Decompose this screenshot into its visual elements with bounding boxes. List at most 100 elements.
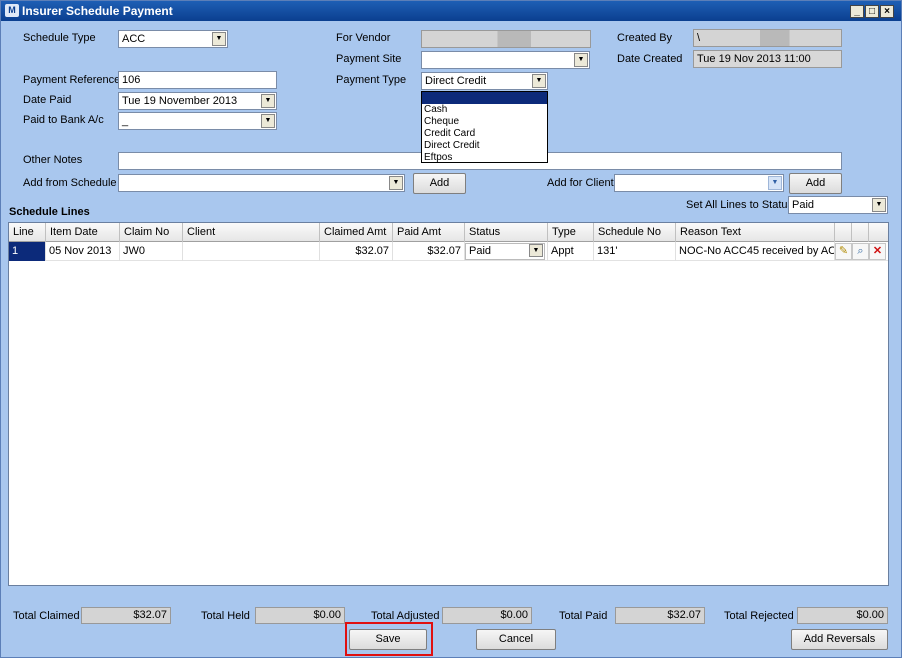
cell-type[interactable]: Appt <box>548 242 594 261</box>
status-select[interactable]: Paid ▼ <box>465 243 545 260</box>
date-created-value: Tue 19 Nov 2013 11:00 <box>697 53 811 65</box>
column-header-delete <box>869 223 888 242</box>
cell-client[interactable] <box>183 242 320 261</box>
payment-type-value: Direct Credit <box>425 75 487 87</box>
paid-to-bank-value: _ <box>122 115 129 127</box>
other-notes-label: Other Notes <box>23 154 83 166</box>
date-paid-value: Tue 19 November 2013 <box>122 95 238 107</box>
schedule-type-select[interactable]: ACC ▼ <box>118 30 228 48</box>
chevron-down-icon[interactable]: ▼ <box>389 176 403 190</box>
created-by-value: \ <box>697 32 701 44</box>
chevron-down-icon[interactable]: ▼ <box>212 32 226 46</box>
paid-to-bank-select[interactable]: _ ▼ <box>118 112 277 130</box>
cell-reason-text[interactable]: NOC-No ACC45 received by ACC... <box>676 242 835 261</box>
close-icon[interactable]: × <box>880 5 894 18</box>
column-header-claim-no[interactable]: Claim No <box>120 223 183 242</box>
title-bar[interactable]: M Insurer Schedule Payment _ □ × <box>1 1 901 21</box>
chevron-down-icon[interactable]: ▼ <box>574 53 588 67</box>
total-rejected-value: $0.00 <box>797 607 888 624</box>
add-for-client-label: Add for Client <box>547 177 614 189</box>
maximize-icon[interactable]: □ <box>865 5 879 18</box>
payment-type-select[interactable]: Direct Credit ▼ <box>421 72 548 90</box>
payment-type-option-blank[interactable] <box>422 92 547 104</box>
column-header-status[interactable]: Status <box>465 223 548 242</box>
payment-type-dropdown-list[interactable]: Cash Cheque Credit Card Direct Credit Ef… <box>421 91 548 163</box>
window-title: Insurer Schedule Payment <box>22 4 173 18</box>
save-highlight-box <box>345 622 433 656</box>
grid-header: Line Item Date Claim No Client Claimed A… <box>9 223 888 242</box>
cell-claimed-amt[interactable]: $32.07 <box>320 242 393 261</box>
status-value: Paid <box>469 245 492 257</box>
table-row[interactable]: 1 05 Nov 2013 JW0 $32.07 $32.07 Paid ▼ A… <box>9 242 888 261</box>
schedule-type-label: Schedule Type <box>23 32 96 44</box>
payment-type-option-direct-credit[interactable]: Direct Credit <box>422 140 547 152</box>
cell-line[interactable]: 1 <box>9 242 46 261</box>
payment-type-option-credit-card[interactable]: Credit Card <box>422 128 547 140</box>
column-header-view <box>852 223 869 242</box>
schedule-lines-grid[interactable]: Line Item Date Claim No Client Claimed A… <box>8 222 889 586</box>
payment-type-option-cheque[interactable]: Cheque <box>422 116 547 128</box>
schedule-type-value: ACC <box>122 33 146 45</box>
add-for-client-select[interactable]: ▼ <box>614 174 784 192</box>
total-held-value: $0.00 <box>255 607 345 624</box>
add-reversals-button[interactable]: Add Reversals <box>791 629 888 650</box>
column-header-reason-text[interactable]: Reason Text <box>676 223 835 242</box>
paid-to-bank-label: Paid to Bank A/c <box>23 114 104 126</box>
column-header-item-date[interactable]: Item Date <box>46 223 120 242</box>
total-adjusted-value: $0.00 <box>442 607 532 624</box>
date-paid-label: Date Paid <box>23 94 72 106</box>
set-all-status-value: Paid <box>792 199 815 211</box>
payment-type-option-eftpos[interactable]: Eftpos <box>422 152 547 164</box>
add-for-client-button[interactable]: Add <box>789 173 842 194</box>
date-paid-picker[interactable]: Tue 19 November 2013 ▼ <box>118 92 277 110</box>
column-header-claimed-amt[interactable]: Claimed Amt <box>320 223 393 242</box>
payment-site-select[interactable]: ▼ <box>421 51 590 69</box>
cell-paid-amt[interactable]: $32.07 <box>393 242 465 261</box>
column-header-paid-amt[interactable]: Paid Amt <box>393 223 465 242</box>
chevron-down-icon[interactable]: ▼ <box>768 176 782 190</box>
chevron-down-icon[interactable]: ▼ <box>532 74 546 88</box>
payment-reference-input[interactable]: 106 <box>118 71 277 89</box>
column-header-schedule-no[interactable]: Schedule No <box>594 223 676 242</box>
app-icon: M <box>5 4 19 17</box>
total-paid-label: Total Paid <box>559 610 608 622</box>
created-by-label: Created By <box>617 32 673 44</box>
minimize-icon[interactable]: _ <box>850 5 864 18</box>
edit-pencil-icon[interactable]: ✎ <box>835 243 852 260</box>
payment-reference-value: 106 <box>122 74 141 86</box>
delete-icon[interactable]: ✕ <box>869 243 886 260</box>
schedule-lines-title: Schedule Lines <box>9 206 90 218</box>
set-all-status-select[interactable]: Paid ▼ <box>788 196 888 214</box>
column-header-edit <box>835 223 852 242</box>
date-created-label: Date Created <box>617 53 683 65</box>
total-paid-value: $32.07 <box>615 607 705 624</box>
add-from-schedule-label: Add from Schedule <box>23 177 117 189</box>
column-header-line[interactable]: Line <box>9 223 46 242</box>
column-header-client[interactable]: Client <box>183 223 320 242</box>
cell-claim-no[interactable]: JW0 <box>120 242 183 261</box>
total-adjusted-label: Total Adjusted <box>371 610 440 622</box>
cell-status[interactable]: Paid ▼ <box>465 242 548 261</box>
magnifier-icon[interactable]: ⌕ <box>852 243 869 260</box>
payment-reference-label: Payment Reference <box>23 74 121 86</box>
add-from-schedule-select[interactable]: ▼ <box>118 174 405 192</box>
set-all-status-label: Set All Lines to Status <box>686 199 794 211</box>
chevron-down-icon[interactable]: ▼ <box>261 94 275 108</box>
cell-schedule-no[interactable]: 131' <box>594 242 676 261</box>
column-header-type[interactable]: Type <box>548 223 594 242</box>
for-vendor-label: For Vendor <box>336 32 391 44</box>
total-held-label: Total Held <box>201 610 250 622</box>
chevron-down-icon[interactable]: ▼ <box>261 114 275 128</box>
total-rejected-label: Total Rejected <box>724 610 794 622</box>
for-vendor-field <box>421 30 591 48</box>
total-claimed-label: Total Claimed <box>13 610 80 622</box>
cell-item-date[interactable]: 05 Nov 2013 <box>46 242 120 261</box>
chevron-down-icon[interactable]: ▼ <box>529 244 543 257</box>
chevron-down-icon[interactable]: ▼ <box>872 198 886 212</box>
cancel-button[interactable]: Cancel <box>476 629 556 650</box>
payment-type-option-cash[interactable]: Cash <box>422 104 547 116</box>
total-claimed-value: $32.07 <box>81 607 171 624</box>
created-by-field: \ <box>693 29 842 47</box>
payment-type-label: Payment Type <box>336 74 407 86</box>
add-from-schedule-button[interactable]: Add <box>413 173 466 194</box>
